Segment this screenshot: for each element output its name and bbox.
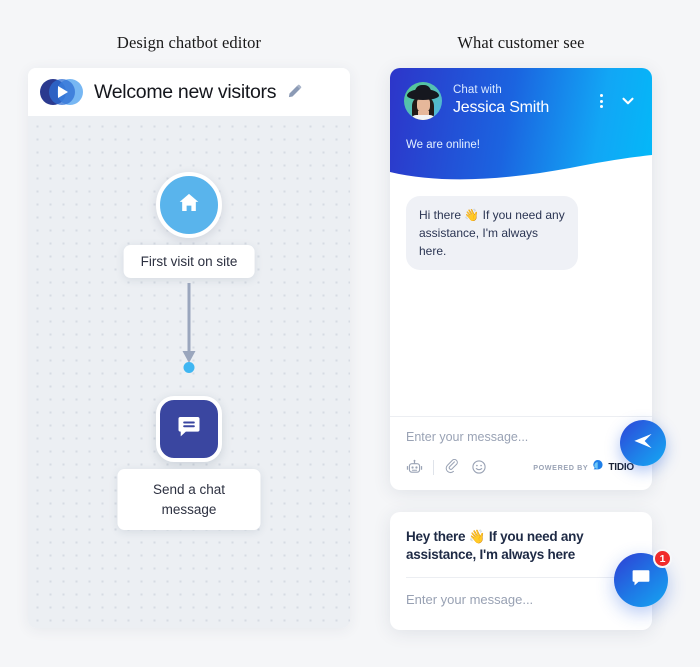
chat-header-row: Chat with Jessica Smith bbox=[390, 68, 652, 120]
chat-agent-name: Jessica Smith bbox=[453, 99, 550, 117]
teaser-divider bbox=[406, 577, 636, 579]
chat-teaser-card[interactable]: Hey there 👋 If you need any assistance, … bbox=[390, 512, 652, 630]
flow-canvas[interactable]: First visit on site Send a chat message bbox=[28, 116, 350, 628]
message-input[interactable]: Enter your message... bbox=[406, 430, 636, 444]
chat-launcher-button[interactable]: 1 bbox=[614, 549, 672, 607]
editor-flow-title: Welcome new visitors bbox=[94, 80, 277, 103]
tidio-play-logo-icon bbox=[40, 78, 86, 106]
chat-bubble-icon bbox=[629, 566, 653, 595]
chat-message-bubble: Hi there 👋 If you need any assistance, I… bbox=[406, 196, 578, 270]
teaser-message-input[interactable]: Enter your message... bbox=[406, 592, 636, 607]
unread-badge: 1 bbox=[653, 549, 672, 568]
teaser-message: Hey there 👋 If you need any assistance, … bbox=[406, 529, 584, 563]
flow-node-action[interactable] bbox=[156, 396, 222, 462]
arrow-down-icon bbox=[179, 283, 199, 373]
paperclip-icon[interactable] bbox=[444, 459, 460, 475]
chat-status-text: We are online! bbox=[406, 139, 480, 151]
chat-widget: Chat with Jessica Smith We are online! H… bbox=[390, 68, 652, 490]
header-wave-shape bbox=[390, 155, 652, 180]
chat-widget-header: Chat with Jessica Smith We are online! bbox=[390, 68, 652, 180]
flow-node-action-label[interactable]: Send a chat message bbox=[117, 469, 261, 531]
page-heading-left: Design chatbot editor bbox=[116, 33, 262, 52]
flow-node-trigger[interactable] bbox=[156, 172, 222, 238]
powered-by-tidio[interactable]: POWERED BY TIDIO bbox=[533, 458, 636, 476]
chat-agent-info: Chat with Jessica Smith bbox=[453, 84, 549, 118]
composer-toolbar: POWERED BY TIDIO bbox=[406, 458, 636, 476]
flow-connector-dot[interactable] bbox=[183, 362, 195, 373]
editor-topbar: Welcome new visitors bbox=[28, 68, 350, 116]
powered-by-label: POWERED BY bbox=[533, 462, 589, 472]
tidio-wordmark: TIDIO bbox=[608, 461, 634, 473]
chat-bubble-icon bbox=[175, 413, 203, 446]
chat-with-label: Chat with bbox=[453, 84, 502, 97]
chat-message-list: Hi there 👋 If you need any assistance, I… bbox=[390, 180, 652, 388]
composer-divider bbox=[433, 459, 434, 475]
pencil-icon[interactable] bbox=[286, 84, 302, 100]
tidio-bubble-icon bbox=[592, 458, 604, 476]
avatar bbox=[404, 82, 442, 120]
home-icon bbox=[176, 190, 202, 221]
kebab-menu-icon[interactable] bbox=[596, 91, 607, 111]
page-heading-right: What customer see bbox=[457, 33, 585, 52]
chatbot-editor-panel: Welcome new visitors First visit on site bbox=[28, 68, 350, 628]
emoji-smiley-icon[interactable] bbox=[471, 459, 487, 475]
send-paper-plane-icon bbox=[632, 430, 654, 457]
robot-icon[interactable] bbox=[406, 459, 423, 476]
chat-header-actions bbox=[596, 91, 638, 111]
chat-composer: Enter your message... POWERED BY TIDIO bbox=[390, 416, 652, 490]
send-button[interactable] bbox=[620, 420, 666, 466]
chevron-down-icon[interactable] bbox=[620, 93, 636, 109]
flow-node-trigger-label[interactable]: First visit on site bbox=[123, 245, 255, 278]
